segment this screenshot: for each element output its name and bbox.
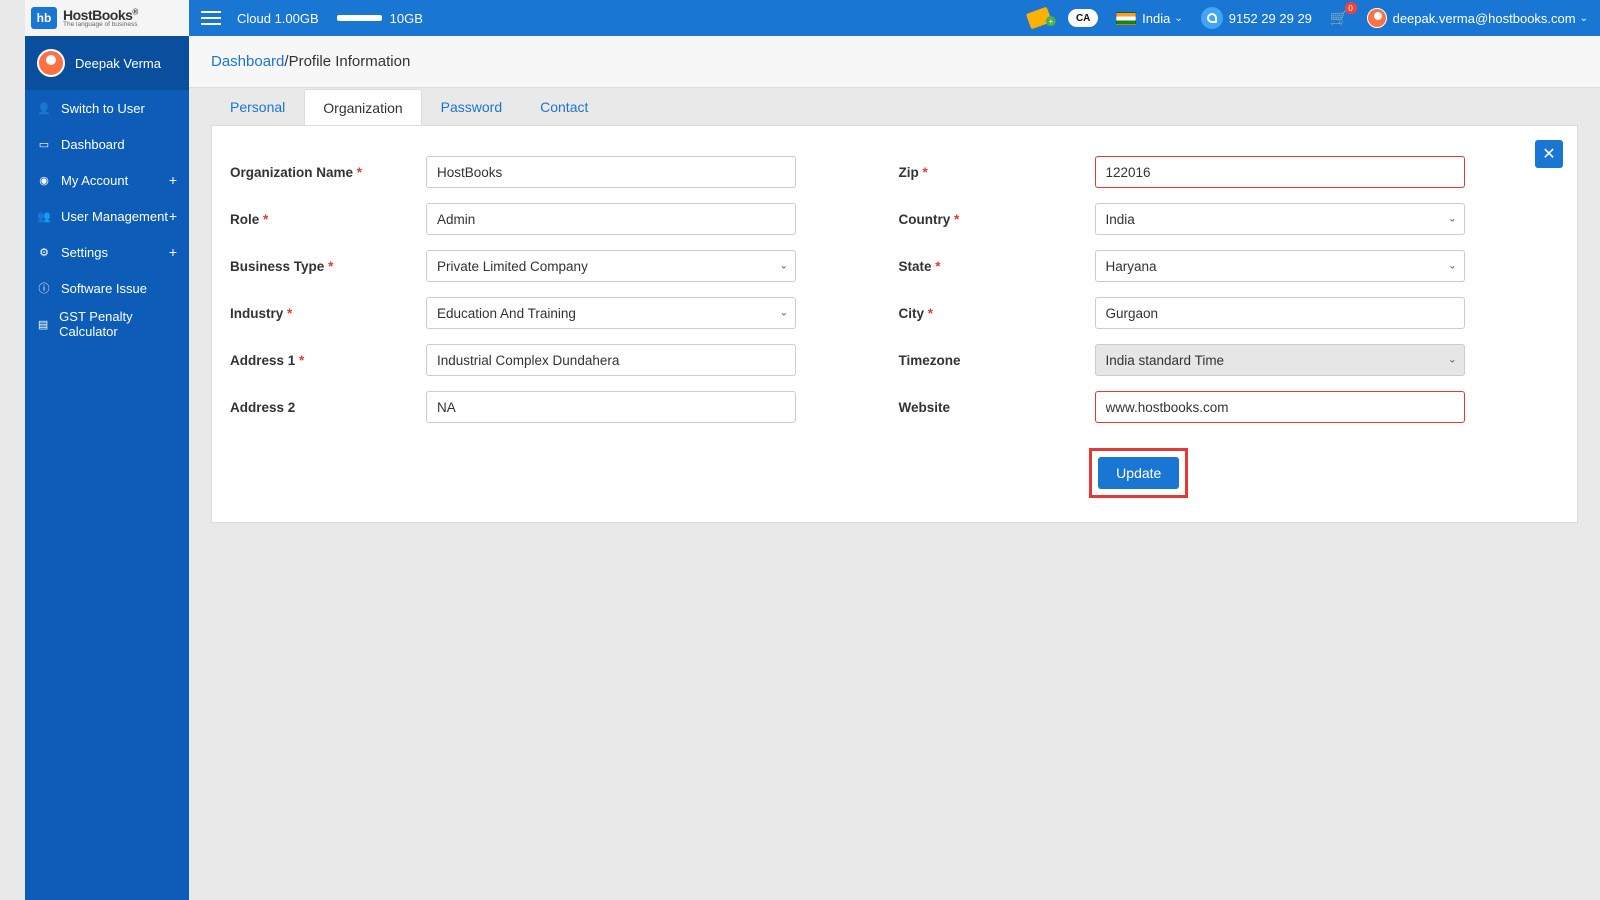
update-highlight: Update	[1089, 448, 1188, 498]
cart-button[interactable]: 🛒0	[1330, 9, 1349, 27]
panel: ✕ Organization Name * Role * Business Ty…	[211, 125, 1578, 523]
label-org-name: Organization Name	[230, 165, 353, 180]
tabs: Personal Organization Password Contact	[211, 87, 1578, 125]
logo-tm: ®	[132, 7, 137, 16]
sidebar-item-dashboard[interactable]: ▭ Dashboard	[25, 126, 189, 162]
label-addr1: Address 1	[230, 353, 295, 368]
sidebar: Deepak Verma 👤 Switch to User ▭ Dashboar…	[25, 36, 189, 900]
account-icon: ◉	[37, 174, 51, 187]
sidebar-item-gst-calculator[interactable]: ▤ GST Penalty Calculator	[25, 306, 189, 342]
logo-tagline: The language of business	[63, 22, 138, 29]
plus-icon: +	[169, 244, 177, 260]
sidebar-item-my-account[interactable]: ◉ My Account +	[25, 162, 189, 198]
update-button[interactable]: Update	[1098, 457, 1179, 489]
state-select[interactable]	[1095, 250, 1465, 282]
user-email: deepak.verma@hostbooks.com	[1393, 11, 1576, 26]
sidebar-user-name: Deepak Verma	[75, 56, 161, 71]
sidebar-item-label: User Management	[61, 209, 168, 224]
country-selector[interactable]: India ⌄	[1116, 11, 1183, 26]
sidebar-item-user-management[interactable]: 👥 User Management +	[25, 198, 189, 234]
user-menu[interactable]: deepak.verma@hostbooks.com ⌄	[1367, 8, 1588, 28]
address1-input[interactable]	[426, 344, 796, 376]
label-role: Role	[230, 212, 259, 227]
user-icon: 👤	[37, 102, 51, 115]
content-area: Dashboard / Profile Information Personal…	[189, 36, 1600, 900]
ca-badge-icon[interactable]: CA	[1068, 9, 1098, 27]
sidebar-item-label: Dashboard	[61, 137, 125, 152]
sidebar-item-switch-user[interactable]: 👤 Switch to User	[25, 90, 189, 126]
industry-select[interactable]	[426, 297, 796, 329]
role-input[interactable]	[426, 203, 796, 235]
logo-strip: hb HostBooks® The language of business	[25, 0, 189, 36]
storage-total: 10GB	[390, 11, 423, 26]
tab-organization[interactable]: Organization	[304, 89, 421, 126]
tab-personal[interactable]: Personal	[211, 88, 304, 125]
storage-bar	[337, 15, 382, 21]
tab-contact[interactable]: Contact	[521, 88, 607, 125]
label-addr2: Address 2	[230, 400, 295, 415]
country-select[interactable]	[1095, 203, 1465, 235]
tab-password[interactable]: Password	[422, 88, 521, 125]
headset-icon	[1201, 7, 1223, 29]
menu-toggle-icon[interactable]	[201, 11, 221, 25]
zip-input[interactable]	[1095, 156, 1465, 188]
breadcrumb-current: Profile Information	[289, 53, 411, 70]
breadcrumb-root[interactable]: Dashboard	[211, 53, 284, 70]
info-icon: ⓘ	[37, 280, 51, 296]
flag-in-icon	[1116, 12, 1136, 25]
close-button[interactable]: ✕	[1535, 140, 1563, 168]
avatar-icon	[37, 49, 65, 77]
users-icon: 👥	[37, 210, 51, 223]
plus-icon: +	[169, 208, 177, 224]
label-website: Website	[899, 400, 951, 415]
phone-label: 9152 29 29 29	[1229, 11, 1312, 26]
sidebar-item-label: Switch to User	[61, 101, 145, 116]
plus-icon: +	[169, 172, 177, 188]
sidebar-item-label: Software Issue	[61, 281, 147, 296]
city-input[interactable]	[1095, 297, 1465, 329]
ticket-icon[interactable]: +	[1028, 10, 1050, 26]
website-input[interactable]	[1095, 391, 1465, 423]
logo-icon: hb	[31, 7, 57, 29]
support-phone[interactable]: 9152 29 29 29	[1201, 7, 1312, 29]
address2-input[interactable]	[426, 391, 796, 423]
org-name-input[interactable]	[426, 156, 796, 188]
timezone-select[interactable]	[1095, 344, 1465, 376]
label-state: State	[899, 259, 932, 274]
sidebar-item-software-issue[interactable]: ⓘ Software Issue	[25, 270, 189, 306]
sidebar-item-settings[interactable]: ⚙ Settings +	[25, 234, 189, 270]
chevron-down-icon: ⌄	[1174, 13, 1182, 24]
cart-badge: 0	[1345, 2, 1357, 14]
label-zip: Zip	[899, 165, 919, 180]
cart-icon: 🛒0	[1330, 9, 1349, 27]
gear-icon: ⚙	[37, 246, 51, 259]
sidebar-item-label: My Account	[61, 173, 128, 188]
label-industry: Industry	[230, 306, 283, 321]
avatar-icon	[1367, 8, 1387, 28]
breadcrumb: Dashboard / Profile Information	[189, 36, 1600, 88]
label-city: City	[899, 306, 925, 321]
sidebar-profile[interactable]: Deepak Verma	[25, 36, 189, 90]
close-icon: ✕	[1542, 144, 1555, 164]
cloud-usage-label: Cloud 1.00GB	[237, 11, 319, 26]
calculator-icon: ▤	[37, 318, 49, 331]
label-biz-type: Business Type	[230, 259, 324, 274]
country-label: India	[1142, 11, 1170, 26]
logo-text: HostBooks® The language of business	[63, 8, 138, 29]
label-timezone: Timezone	[899, 353, 961, 368]
top-bar: Cloud 1.00GB 10GB + CA India ⌄ 9152 29 2…	[189, 0, 1600, 36]
sidebar-item-label: GST Penalty Calculator	[59, 309, 177, 339]
sidebar-item-label: Settings	[61, 245, 108, 260]
dashboard-icon: ▭	[37, 138, 51, 151]
chevron-down-icon: ⌄	[1580, 13, 1588, 24]
label-country: Country	[899, 212, 951, 227]
business-type-select[interactable]	[426, 250, 796, 282]
